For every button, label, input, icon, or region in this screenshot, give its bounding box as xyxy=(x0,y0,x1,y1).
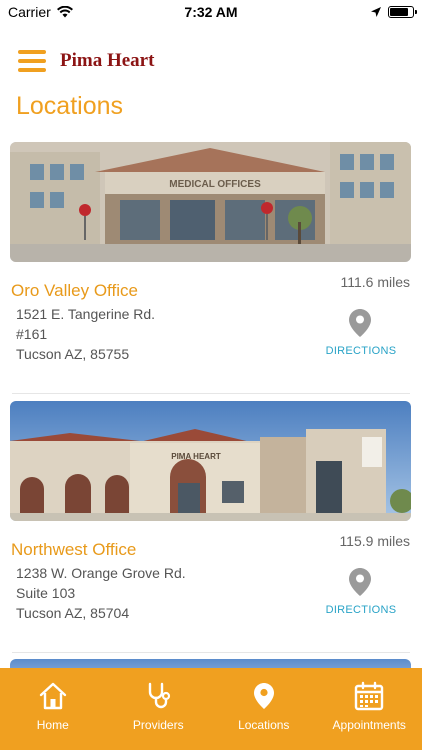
tab-label: Appointments xyxy=(332,718,406,732)
battery-icon xyxy=(388,6,417,18)
tab-label: Home xyxy=(36,718,69,732)
tab-home[interactable]: Home xyxy=(3,680,103,732)
building-sign: PIMA HEART xyxy=(171,452,221,461)
map-pin-icon[interactable] xyxy=(348,308,372,338)
location-arrow-icon xyxy=(371,7,381,17)
tab-label: Providers xyxy=(132,718,184,732)
menu-bar xyxy=(18,50,46,54)
tab-providers[interactable]: Providers xyxy=(108,680,208,732)
wifi-icon xyxy=(56,6,73,18)
calendar-icon xyxy=(355,681,384,711)
building-sign: MEDICAL OFFICES xyxy=(169,179,261,190)
app-header: Pima Heart xyxy=(18,50,154,72)
divider xyxy=(12,393,410,394)
directions-button[interactable]: DIRECTIONS xyxy=(322,345,400,357)
location-distance: 115.9 miles xyxy=(339,533,410,549)
status-right xyxy=(370,6,417,18)
menu-bar xyxy=(18,68,46,72)
map-pin-icon[interactable] xyxy=(348,567,372,597)
home-icon xyxy=(39,682,66,710)
location-photo: MEDICAL OFFICES xyxy=(10,142,411,262)
carrier-label: Carrier xyxy=(8,4,51,20)
app-title: Pima Heart xyxy=(60,50,155,71)
tab-bar: Home Providers Locations Appointments xyxy=(0,668,422,750)
tab-label: Locations xyxy=(238,718,290,732)
address-line: Tucson AZ, 85755 xyxy=(16,346,130,362)
directions-button[interactable]: DIRECTIONS xyxy=(322,604,400,616)
menu-bar xyxy=(18,59,46,63)
divider xyxy=(12,652,410,653)
address-line: 1521 E. Tangerine Rd. xyxy=(16,306,156,322)
address-line: Tucson AZ, 85704 xyxy=(16,605,130,621)
menu-button[interactable] xyxy=(18,50,46,72)
status-bar: Carrier 7:32 AM xyxy=(0,0,422,24)
location-photo: PIMA HEART xyxy=(10,401,411,521)
address-line: Suite 103 xyxy=(16,585,76,601)
location-name[interactable]: Oro Valley Office xyxy=(11,281,138,301)
address-line: #161 xyxy=(16,326,48,342)
page-title: Locations xyxy=(16,92,124,120)
battery-level xyxy=(390,8,408,16)
stethoscope-icon xyxy=(149,682,171,709)
address-line: 1238 W. Orange Grove Rd. xyxy=(16,565,186,581)
location-distance: 111.6 miles xyxy=(340,274,410,290)
location-name[interactable]: Northwest Office xyxy=(11,540,136,560)
tab-locations[interactable]: Locations xyxy=(214,680,314,732)
map-pin-icon xyxy=(253,683,274,709)
status-left: Carrier xyxy=(8,4,73,20)
tab-appointments[interactable]: Appointments xyxy=(319,680,419,732)
